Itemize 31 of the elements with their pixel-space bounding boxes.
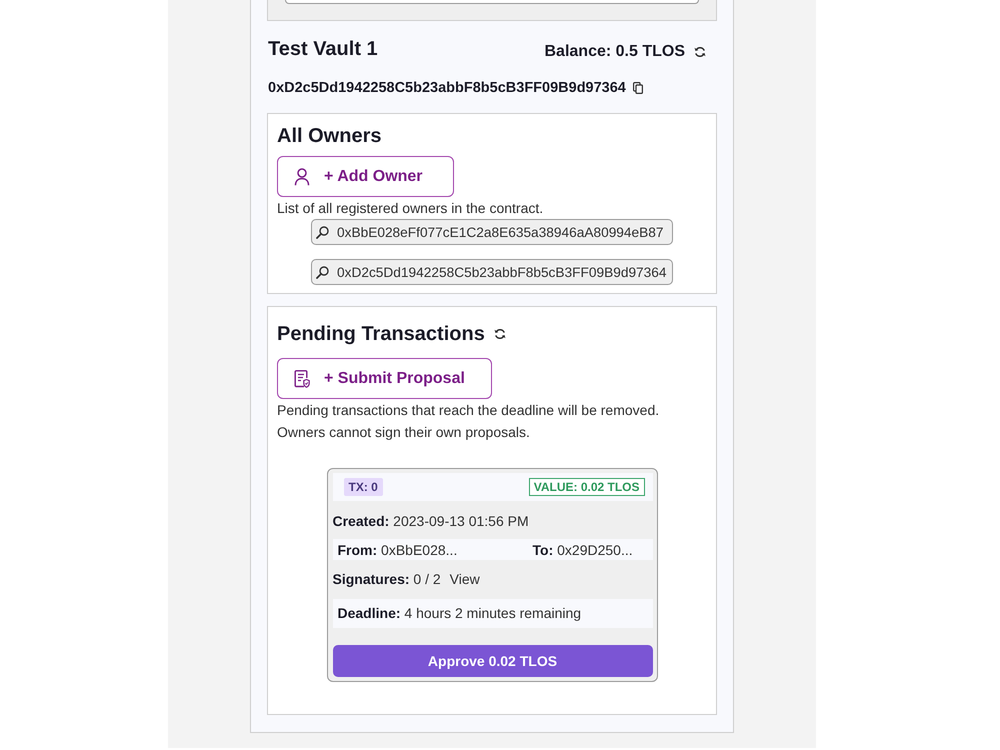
view-link[interactable]: View xyxy=(450,569,480,589)
balance-text: Balance: 0.5 TLOS xyxy=(544,42,685,62)
input-field[interactable] xyxy=(285,0,699,4)
value-badge: VALUE: 0.02 TLOS xyxy=(528,478,644,496)
note-text: Owners cannot sign their own proposals. xyxy=(277,423,531,442)
approve-button[interactable]: Approve 0.02 TLOS xyxy=(332,645,652,677)
vault-title: Test Vault 1 xyxy=(268,37,378,61)
owner-address: 0xD2c5Dd1942258C5b23abbF8b5cB3FF09B9d97364 xyxy=(337,264,667,280)
vault-address: 0xD2c5Dd1942258C5b23abbF8b5cB3FF09B9d97364 xyxy=(268,79,626,97)
tx-number-badge: TX: 0 xyxy=(344,478,383,496)
deadline-text: Deadline: 4 hours 2 minutes remaining xyxy=(332,599,652,628)
document-icon xyxy=(294,370,310,388)
section-title: Pending Transactions xyxy=(277,322,485,347)
owner-address: 0xBbE028eFf077cE1C2a8E635a38946aA80994eB87 xyxy=(337,224,664,240)
copy-icon[interactable] xyxy=(632,82,643,94)
owner-address-chip[interactable]: 0xD2c5Dd1942258C5b23abbF8b5cB3FF09B9d97364 xyxy=(311,259,673,285)
to-text: To: 0x29D250... xyxy=(532,540,633,560)
search-icon xyxy=(316,266,329,278)
person-icon xyxy=(294,168,310,186)
description-text: List of all registered owners in the contract. xyxy=(277,199,544,218)
owner-address-chip[interactable]: 0xBbE028eFf077cE1C2a8E635a38946aA80994eB87 xyxy=(311,219,673,245)
submit-proposal-button[interactable]: + Submit Proposal xyxy=(277,358,492,399)
section-title: All Owners xyxy=(277,124,382,149)
created-text: Created: 2023-09-13 01:56 PM xyxy=(332,512,530,531)
refresh-icon[interactable] xyxy=(694,46,706,58)
from-text: From: 0xBbE028... xyxy=(338,540,458,560)
signatures-text: Signatures: 0 / 2 xyxy=(332,570,441,589)
note-text: Pending transactions that reach the deadline will be removed. xyxy=(277,401,660,420)
search-icon xyxy=(316,226,329,238)
add-owner-button[interactable]: + Add Owner xyxy=(277,156,454,197)
refresh-icon[interactable] xyxy=(494,328,506,340)
